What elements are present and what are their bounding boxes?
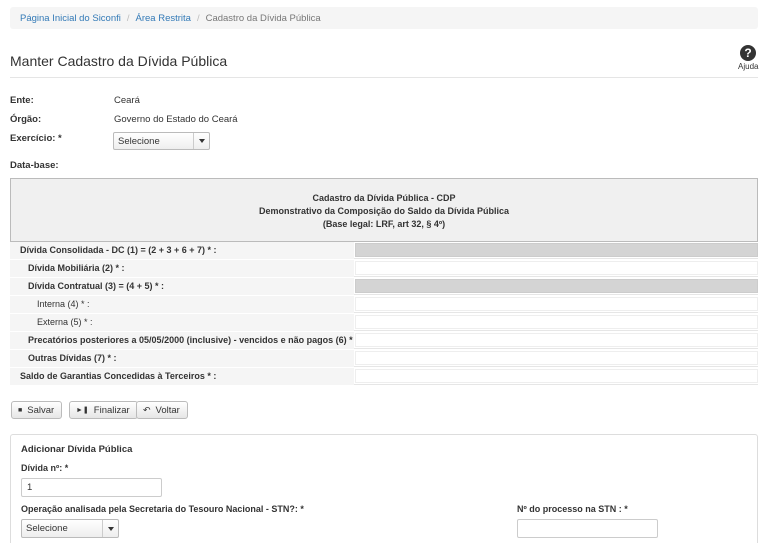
cdp-table: Cadastro da Dívida Pública - CDP Demonst… xyxy=(10,178,758,387)
row-label-externa: Externa (5) * : xyxy=(10,314,354,331)
table-row: Dívida Contratual (3) = (4 + 5) * : xyxy=(10,278,758,295)
breadcrumb: Página Inicial do Siconfi / Área Restrit… xyxy=(10,7,758,29)
save-button-label: Salvar xyxy=(27,404,55,416)
row-label-divida-mobiliaria: Dívida Mobiliária (2) * : xyxy=(10,260,354,277)
breadcrumb-separator: / xyxy=(126,12,130,24)
back-button[interactable]: ↶ Voltar xyxy=(136,401,188,419)
precatorios-input[interactable] xyxy=(355,333,758,347)
finalize-button[interactable]: ►❚ Finalizar xyxy=(69,401,138,419)
row-label-interna: Interna (4) * : xyxy=(10,296,354,313)
divida-consolidada-input xyxy=(355,243,758,257)
divida-number-label: Dívida nº: * xyxy=(21,463,69,473)
ente-value: Ceará xyxy=(114,95,140,106)
breadcrumb-restricted-link[interactable]: Área Restrita xyxy=(136,13,191,24)
outras-dividas-input[interactable] xyxy=(355,351,758,365)
row-label-saldo-garantias: Saldo de Garantias Concedidas à Terceiro… xyxy=(10,368,354,385)
row-label-divida-contratual: Dívida Contratual (3) = (4 + 5) * : xyxy=(10,278,354,295)
table-row: Interna (4) * : xyxy=(10,296,758,313)
table-row: Dívida Mobiliária (2) * : xyxy=(10,260,758,277)
row-label-divida-consolidada: Dívida Consolidada - DC (1) = (2 + 3 + 6… xyxy=(10,242,354,259)
back-button-label: Voltar xyxy=(155,404,180,416)
help-label: Ajuda xyxy=(738,62,759,71)
floppy-disk-icon: ■ xyxy=(18,406,23,414)
table-row: Dívida Consolidada - DC (1) = (2 + 3 + 6… xyxy=(10,242,758,259)
operacao-select[interactable]: Selecione xyxy=(21,519,119,538)
saldo-garantias-input[interactable] xyxy=(355,369,758,383)
add-divida-panel: Adicionar Dívida Pública Dívida nº: * 1 … xyxy=(10,434,758,543)
interna-input[interactable] xyxy=(355,297,758,311)
table-row: Externa (5) * : xyxy=(10,314,758,331)
exercicio-label: Exercício: * xyxy=(10,133,62,144)
help-button[interactable]: ? Ajuda xyxy=(738,45,758,71)
externa-input[interactable] xyxy=(355,315,758,329)
page-title: Manter Cadastro da Dívida Pública xyxy=(10,53,228,69)
breadcrumb-current: Cadastro da Dívida Pública xyxy=(205,12,321,24)
save-button[interactable]: ■ Salvar xyxy=(11,401,63,419)
cdp-legal-basis: (Base legal: LRF, art 32, § 4º) xyxy=(322,219,446,229)
cdp-title: Cadastro da Dívida Pública - CDP xyxy=(312,193,456,203)
breadcrumb-home-link[interactable]: Página Inicial do Siconfi xyxy=(20,13,121,24)
step-forward-icon: ►❚ xyxy=(76,407,89,414)
cdp-table-header: Cadastro da Dívida Pública - CDP Demonst… xyxy=(10,178,758,242)
ente-label: Ente: xyxy=(10,95,34,106)
title-divider xyxy=(10,77,758,78)
table-row: Precatórios posteriores a 05/05/2000 (in… xyxy=(10,332,758,349)
orgao-label: Órgão: xyxy=(10,114,42,125)
finalize-button-label: Finalizar xyxy=(93,404,130,416)
exercicio-select[interactable]: Selecione xyxy=(113,132,210,150)
row-label-precatorios: Precatórios posteriores a 05/05/2000 (in… xyxy=(10,332,358,349)
table-row: Outras Dívidas (7) * : xyxy=(10,350,758,367)
processo-input[interactable] xyxy=(517,519,658,538)
divida-contratual-input xyxy=(355,279,758,293)
exercicio-select-value: Selecione xyxy=(118,135,160,147)
operacao-label: Operação analisada pela Secretaria do Te… xyxy=(21,504,304,514)
undo-arrow-icon: ↶ xyxy=(143,404,151,415)
database-label: Data-base: xyxy=(10,160,59,171)
table-row: Saldo de Garantias Concedidas à Terceiro… xyxy=(10,368,758,385)
panel-title: Adicionar Dívida Pública xyxy=(21,444,133,455)
help-circle-icon: ? xyxy=(740,45,756,61)
operacao-select-value: Selecione xyxy=(26,523,68,534)
divida-mobiliaria-input[interactable] xyxy=(355,261,758,275)
processo-label: Nº do processo na STN : * xyxy=(517,504,628,514)
divida-number-input[interactable]: 1 xyxy=(21,478,162,497)
breadcrumb-separator: / xyxy=(196,12,200,24)
cdp-subtitle: Demonstrativo da Composição do Saldo da … xyxy=(258,206,510,216)
chevron-down-icon xyxy=(193,133,209,149)
chevron-down-icon xyxy=(102,520,118,537)
orgao-value: Governo do Estado do Ceará xyxy=(114,114,238,125)
row-label-outras-dividas: Outras Dívidas (7) * : xyxy=(10,350,354,367)
